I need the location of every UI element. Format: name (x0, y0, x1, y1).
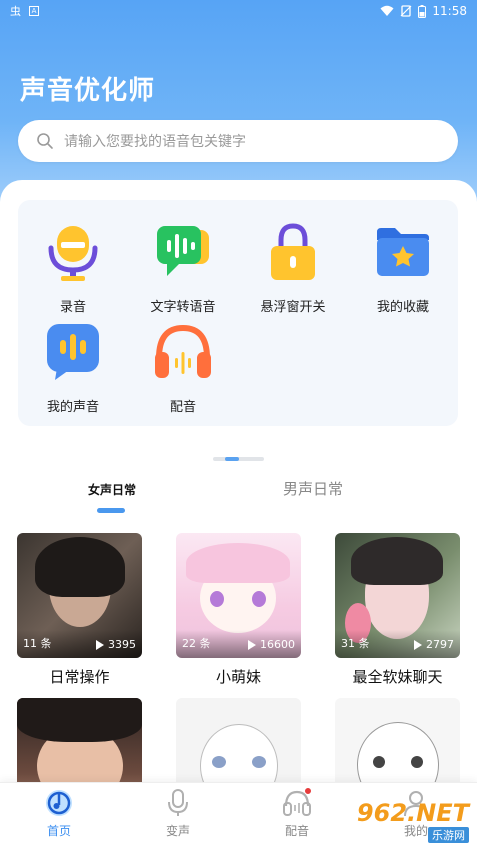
card-count: 11 条 (23, 637, 52, 650)
page-indicator-active (225, 457, 239, 461)
nav-label: 首页 (46, 824, 71, 838)
feature-label: 我的收藏 (376, 300, 429, 315)
battery-icon (418, 4, 427, 18)
nav-label: 配音 (284, 824, 309, 838)
nav-home[interactable]: 首页 (24, 788, 94, 839)
card-plays: 16600 (248, 638, 295, 651)
watermark-logo: 962.NET (356, 799, 469, 827)
headphones-icon (155, 324, 211, 378)
notification-app-icon: 虫 (10, 5, 21, 18)
voice-pack-card[interactable]: 31 条 2797 最全软妹聊天 (335, 533, 460, 687)
nav-voice-change[interactable]: 变声 (143, 788, 213, 839)
microphone-icon (48, 226, 98, 281)
waveform-chat-icon (157, 226, 209, 276)
play-icon (96, 639, 104, 650)
card-plays: 3395 (96, 638, 136, 651)
feature-record[interactable]: 录音 (18, 222, 128, 322)
search-placeholder: 请输入您要找的语音包关键字 (64, 134, 246, 150)
tab-female-daily[interactable]: 女声日常 (88, 481, 136, 498)
voice-pack-card[interactable]: 22 条 16600 小萌妹 (176, 533, 301, 687)
card-thumbnail: 31 条 2797 (335, 533, 460, 658)
search-input[interactable]: 请输入您要找的语音包关键字 (18, 120, 458, 162)
search-icon (37, 133, 53, 149)
feature-text-to-speech[interactable]: 文字转语音 (128, 222, 238, 322)
status-time: 11:58 (432, 4, 467, 18)
app-title: 声音优化师 (20, 76, 156, 106)
translate-icon: A (29, 6, 39, 16)
home-music-icon (46, 790, 72, 816)
star-folder-icon (377, 228, 429, 276)
voice-pack-card[interactable]: 11 条 3395 日常操作 (17, 533, 142, 687)
card-thumbnail: 11 条 3395 (17, 533, 142, 658)
status-bar: 虫 A 11:58 (0, 0, 477, 22)
card-title: 日常操作 (49, 668, 110, 686)
feature-label: 悬浮窗开关 (260, 300, 326, 315)
tab-male-daily[interactable]: 男声日常 (283, 478, 343, 499)
voice-bubble-icon (47, 324, 99, 380)
site-watermark: 962.NET 乐游网 (340, 796, 475, 846)
watermark-subtext: 乐游网 (428, 827, 469, 843)
feature-label: 文字转语音 (150, 300, 216, 315)
microphone-icon (168, 789, 188, 816)
nav-label: 变声 (165, 824, 190, 838)
feature-my-voice[interactable]: 我的声音 (18, 322, 128, 422)
nav-dubbing[interactable]: 配音 (262, 788, 332, 839)
feature-floating-window[interactable]: 悬浮窗开关 (238, 222, 348, 322)
feature-label: 配音 (169, 400, 196, 415)
feature-favorites[interactable]: 我的收藏 (348, 222, 458, 322)
wifi-icon (380, 5, 394, 16)
card-title: 小萌妹 (215, 668, 261, 686)
card-plays: 2797 (414, 638, 454, 651)
feature-dubbing[interactable]: 配音 (128, 322, 238, 422)
feature-label: 我的声音 (46, 400, 99, 415)
card-title: 最全软妹聊天 (352, 668, 443, 686)
card-count: 22 条 (182, 637, 211, 650)
tab-underline (97, 508, 125, 513)
feature-label: 录音 (59, 300, 86, 315)
play-icon (248, 639, 256, 650)
card-count: 31 条 (341, 637, 370, 650)
card-thumbnail: 22 条 16600 (176, 533, 301, 658)
notification-badge (304, 787, 312, 795)
lock-icon (271, 223, 315, 280)
play-icon (414, 639, 422, 650)
no-sim-icon (400, 5, 412, 17)
